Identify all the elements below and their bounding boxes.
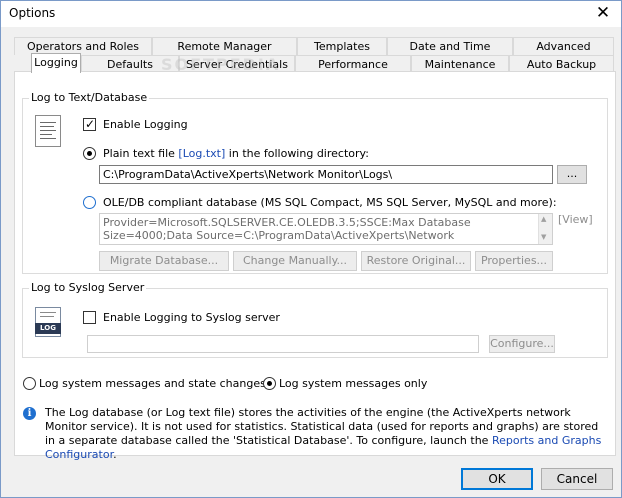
scroll-down-icon[interactable]: ▼ xyxy=(541,233,546,241)
window-title: Options xyxy=(9,6,56,20)
enable-syslog-checkbox[interactable] xyxy=(83,311,96,324)
connection-string-scrollbar[interactable]: ▲ ▼ xyxy=(538,214,552,244)
log-only-radio[interactable] xyxy=(263,377,276,390)
document-icon xyxy=(35,115,61,147)
syslog-group: Log to Syslog Server LOG Enable Logging … xyxy=(22,281,608,358)
tab-advanced[interactable]: Advanced xyxy=(513,37,614,55)
close-icon[interactable]: ✕ xyxy=(593,3,613,23)
tab-remote-manager[interactable]: Remote Manager xyxy=(152,37,297,55)
oledb-radio[interactable] xyxy=(83,196,96,209)
properties-button[interactable]: Properties... xyxy=(475,251,553,271)
view-link[interactable]: [View] xyxy=(558,213,593,227)
connection-string-field: Provider=Microsoft.SQLSERVER.CE.OLEDB.3.… xyxy=(99,213,553,245)
log-file-icon: LOG xyxy=(35,307,61,337)
log-directory-input[interactable]: C:\ProgramData\ActiveXperts\Network Moni… xyxy=(99,165,553,184)
options-dialog: Options ✕ Operators and Roles Remote Man… xyxy=(0,0,622,498)
syslog-server-input[interactable] xyxy=(87,335,479,353)
enable-logging-checkbox[interactable]: ✓ xyxy=(83,117,96,131)
checkmark-icon: ✓ xyxy=(85,117,96,131)
log-all-label: Log system messages and state changes xyxy=(39,377,266,390)
log-txt-link[interactable]: [Log.txt] xyxy=(178,147,225,160)
scroll-up-icon[interactable]: ▲ xyxy=(541,215,546,223)
watermark: SOFTPEDIA xyxy=(161,55,281,74)
plain-text-label: Plain text file [Log.txt] in the followi… xyxy=(103,147,369,160)
enable-syslog-label: Enable Logging to Syslog server xyxy=(103,311,280,324)
browse-button[interactable]: ... xyxy=(557,165,587,184)
restore-original-button[interactable]: Restore Original... xyxy=(361,251,471,271)
plain-text-radio[interactable] xyxy=(83,147,96,160)
cancel-button[interactable]: Cancel xyxy=(541,468,613,490)
log-only-label: Log system messages only xyxy=(279,377,428,390)
oledb-label: OLE/DB compliant database (MS SQL Compac… xyxy=(103,196,557,209)
tab-logging[interactable]: Logging xyxy=(31,53,81,73)
log-all-radio[interactable] xyxy=(23,377,36,390)
group-title-text-database: Log to Text/Database xyxy=(29,91,150,105)
logging-tab-panel: Log to Text/Database ✓ Enable Logging Pl… xyxy=(14,71,616,461)
enable-logging-label: Enable Logging xyxy=(103,118,188,131)
info-text: The Log database (or Log text file) stor… xyxy=(45,406,602,461)
change-manually-button[interactable]: Change Manually... xyxy=(233,251,357,271)
log-text-database-group: Log to Text/Database ✓ Enable Logging Pl… xyxy=(22,91,608,274)
log-icon-tag: LOG xyxy=(35,323,61,334)
info-icon: i xyxy=(23,407,36,420)
title-bar: Options ✕ xyxy=(1,1,621,27)
migrate-database-button[interactable]: Migrate Database... xyxy=(99,251,229,271)
ok-button[interactable]: OK xyxy=(461,468,533,490)
configure-button[interactable]: Configure... xyxy=(489,335,555,353)
group-title-syslog: Log to Syslog Server xyxy=(29,281,147,295)
tab-templates[interactable]: Templates xyxy=(297,37,387,55)
tab-date-and-time[interactable]: Date and Time xyxy=(387,37,513,55)
